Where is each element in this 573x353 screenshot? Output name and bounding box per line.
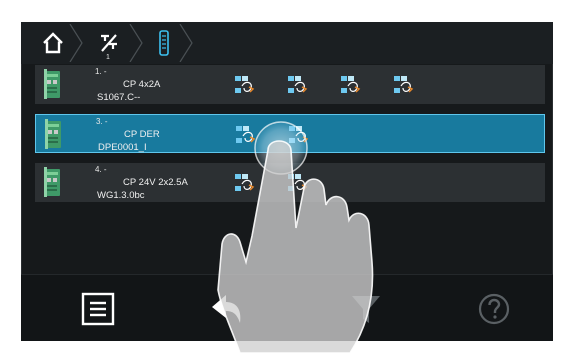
channel-icon[interactable] [392, 74, 414, 96]
breadcrumb-separator-icon [69, 24, 83, 62]
filter-button[interactable] [339, 275, 393, 341]
help-button[interactable] [467, 275, 521, 341]
channel-icon[interactable] [234, 124, 256, 146]
circuit-board-icon [45, 119, 61, 149]
channel-icon[interactable] [287, 124, 309, 146]
breadcrumb-separator-icon [179, 24, 193, 62]
row-module-code: WG1.3.0bc [97, 190, 145, 201]
channel-icon[interactable] [339, 74, 361, 96]
channel-icon[interactable] [233, 172, 255, 194]
no-signal-station-icon [101, 34, 117, 52]
help-icon [478, 293, 510, 324]
row-index: 1. - [95, 67, 107, 76]
circuit-board-icon [44, 69, 60, 99]
row-module-code: DPE0001_I [98, 142, 147, 153]
row-module-name: CP DER [124, 129, 160, 140]
row-module-name: CP 4x2A [123, 79, 161, 90]
bottom-toolbar [21, 274, 553, 341]
module-rack-icon [159, 30, 169, 56]
home-icon [43, 32, 63, 54]
row-index: 3. - [96, 117, 108, 126]
row-index: 4. - [95, 165, 107, 174]
list-menu-icon [81, 292, 115, 325]
row-module-code: S1067.C-- [97, 92, 141, 103]
breadcrumb-separator-icon [129, 24, 143, 62]
circuit-board-icon [44, 167, 60, 197]
menu-button[interactable] [71, 275, 125, 341]
module-row[interactable]: 4. - CP 24V 2x2.5A WG1.3.0bc [35, 163, 545, 202]
module-row[interactable]: 1. - CP 4x2A S1067.C-- [35, 65, 545, 104]
filter-icon [352, 295, 380, 323]
back-arrow-icon [212, 294, 241, 323]
module-row-selected[interactable]: 3. - CP DER DPE0001_I [35, 114, 545, 153]
channel-icon[interactable] [286, 74, 308, 96]
back-button[interactable] [201, 275, 255, 341]
channel-icon[interactable] [286, 172, 308, 194]
breadcrumb-station[interactable]: 1 [89, 22, 129, 64]
device-screen: 1 1. - CP 4x2A S1067.C-- 3. - CP DER DPE… [21, 22, 553, 341]
station-number: 1 [106, 54, 110, 61]
breadcrumb-module[interactable] [149, 22, 179, 64]
row-module-name: CP 24V 2x2.5A [123, 177, 188, 188]
breadcrumb: 1 [21, 22, 553, 64]
breadcrumb-home[interactable] [37, 22, 69, 64]
channel-icon[interactable] [233, 74, 255, 96]
